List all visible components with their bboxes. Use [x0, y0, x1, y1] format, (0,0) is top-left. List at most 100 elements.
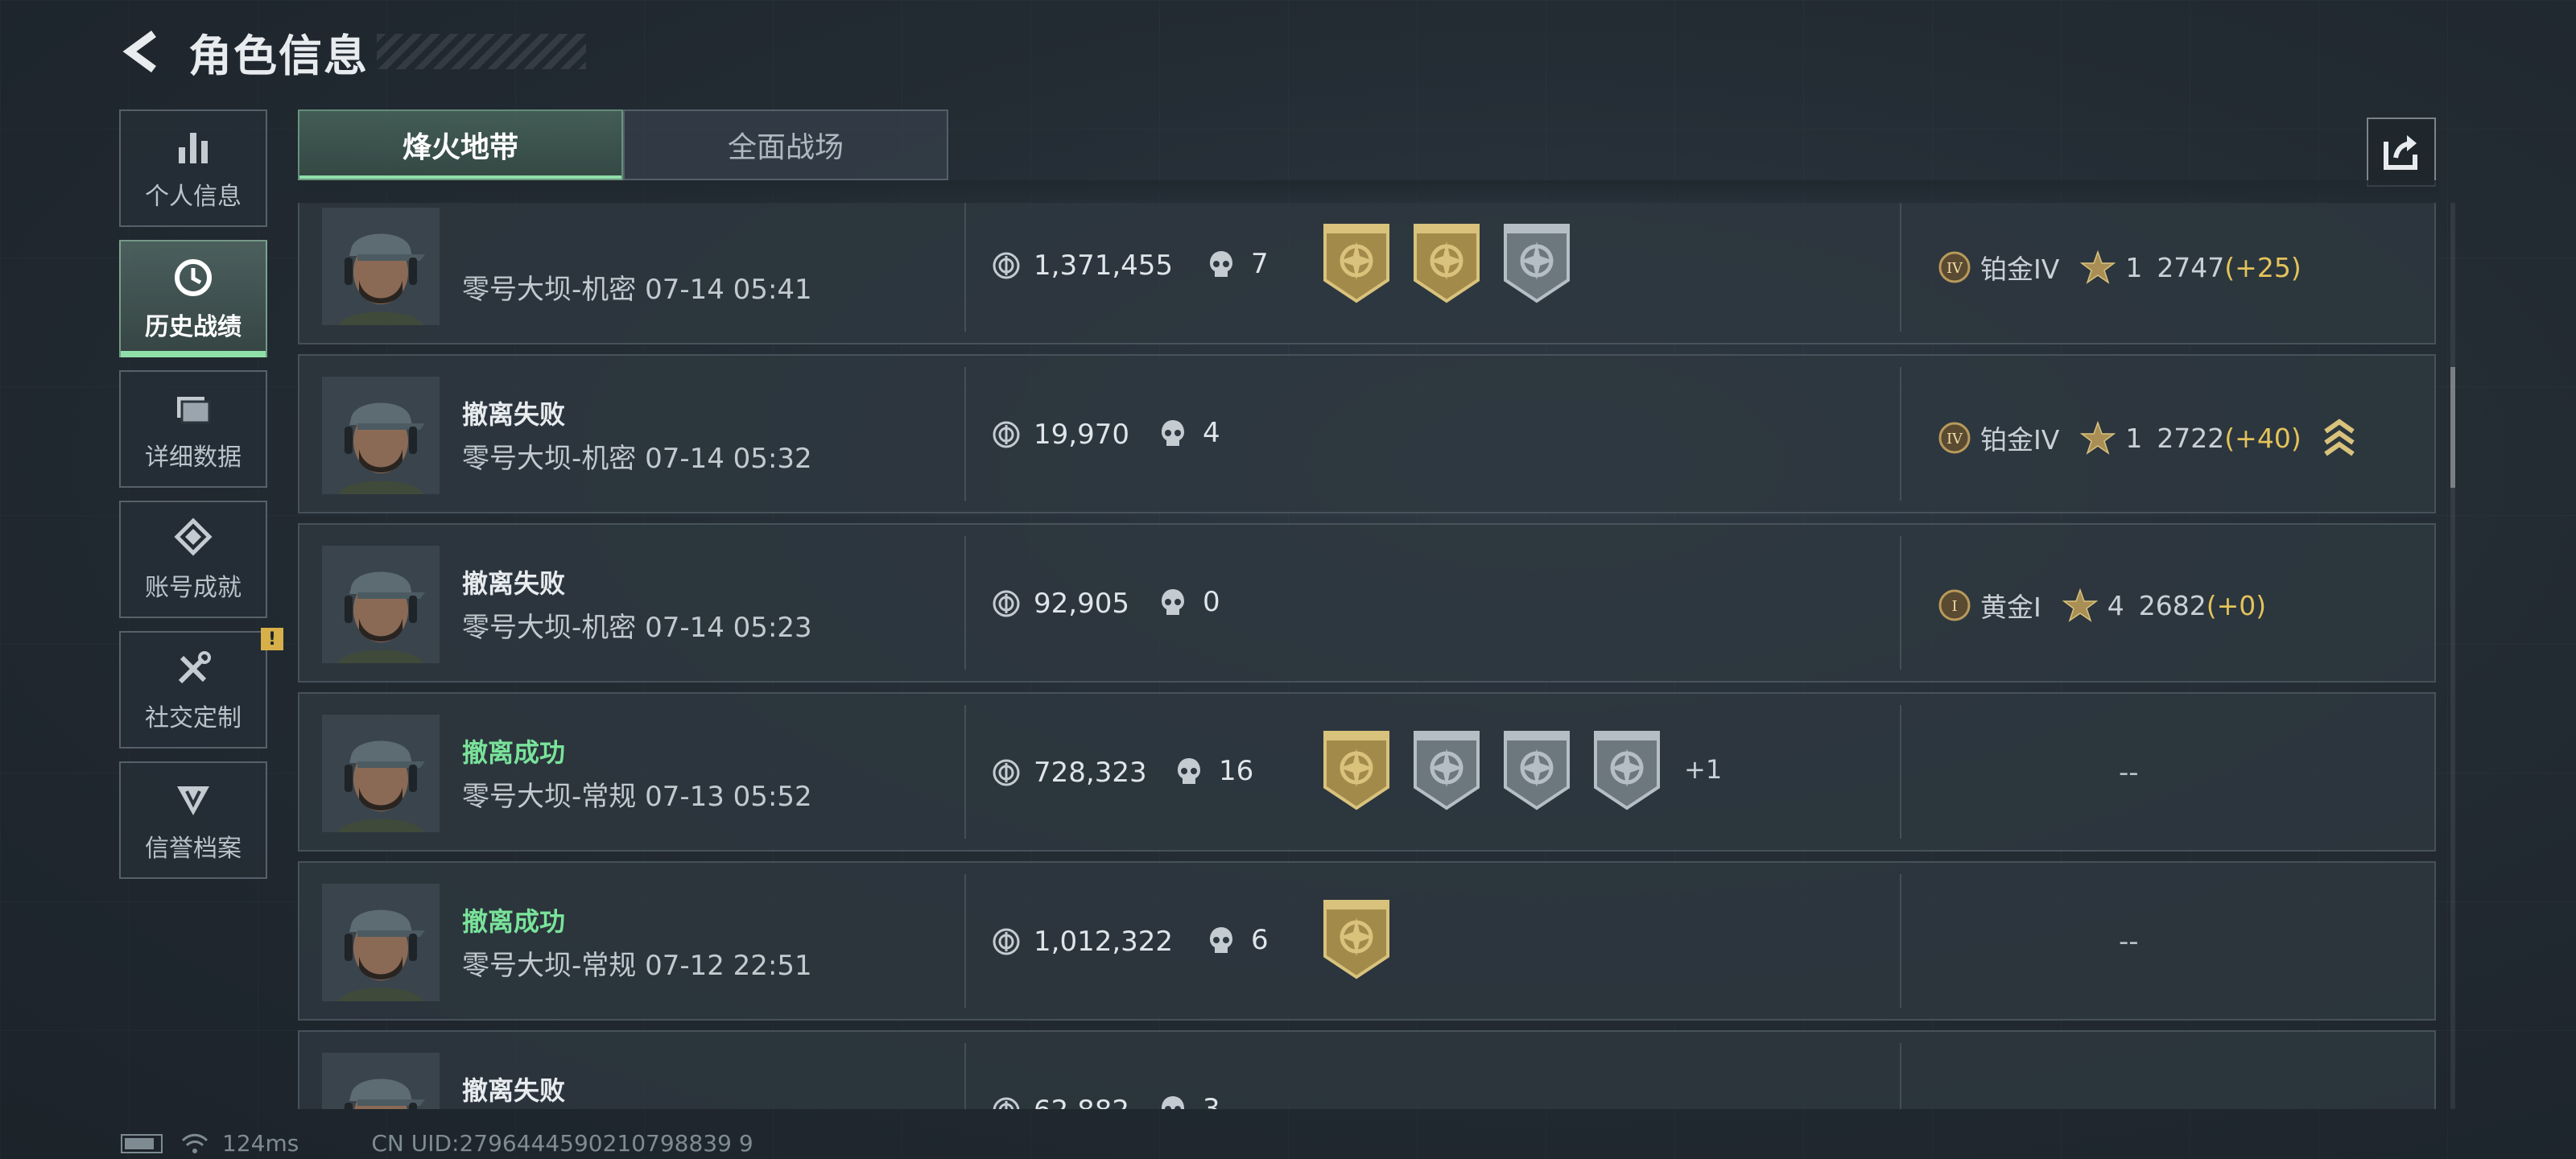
column-divider: [1900, 874, 1901, 1008]
kill-count-text: 4: [1203, 417, 1220, 449]
operator-portrait-icon: [322, 377, 440, 494]
currency-coin-icon: [993, 1097, 1020, 1109]
match-record-row[interactable]: 零号大坝-机密 07-14 05:41 1,371,455 7 IV 铂金IV 1 2747…: [298, 203, 2436, 344]
wifi-icon: [181, 1133, 208, 1153]
rank-score-delta: (+25): [2224, 251, 2301, 283]
kill-count: 4: [1159, 417, 1220, 449]
rank-info: IV 铂金IV 1 2747 (+25): [1937, 248, 2301, 287]
currency-coin-icon: [993, 421, 1020, 448]
column-divider: [964, 367, 966, 501]
kill-count: 3: [1159, 1093, 1220, 1109]
operator-avatar: [322, 1053, 440, 1109]
rank-tier: 黄金I: [1980, 592, 2041, 623]
status-bar: 124ms CN UID:2796444590210798839 9: [121, 1130, 753, 1157]
ping-text: 124ms: [222, 1130, 299, 1157]
nav-item-6[interactable]: 信誉档案: [119, 761, 267, 879]
rank-score: 2747: [2157, 251, 2225, 283]
match-record-row[interactable]: 撤离成功 零号大坝-常规 07-12 22:51 1,012,322 6 --: [298, 861, 2436, 1021]
tab-2[interactable]: 全面战场: [623, 109, 948, 180]
operator-portrait-icon: [322, 715, 440, 832]
title-decoration: [377, 34, 586, 69]
rank-info: IV 铂金IV 1 2722 (+40): [1937, 417, 2356, 459]
skull-icon: [1210, 927, 1232, 953]
nav-item-1[interactable]: 个人信息: [119, 109, 267, 227]
match-history-list[interactable]: 零号大坝-机密 07-14 05:41 1,371,455 7 IV 铂金IV 1 2747…: [298, 203, 2439, 1109]
operator-portrait-icon: [322, 1053, 440, 1109]
currency-coin-icon: [993, 759, 1020, 786]
match-record-row[interactable]: 撤离失败零号大坝-常规 07-12 22:4462,8823--: [298, 1030, 2436, 1109]
svg-text:IV: IV: [1946, 260, 1963, 277]
achievement-icon: [174, 518, 213, 556]
rank-tier-icon: IV: [1938, 422, 1971, 454]
kill-count: 7: [1208, 248, 1269, 280]
extraction-result: 撤离成功: [462, 737, 566, 768]
map-and-time: 零号大坝-机密 07-14 05:23: [462, 612, 812, 644]
nav-item-2[interactable]: 历史战绩: [119, 240, 267, 357]
silver-medal-icon: [1594, 731, 1660, 810]
skull-icon: [1210, 251, 1232, 277]
rank-score: 2722: [2157, 422, 2225, 454]
list-top-fade: [298, 180, 2439, 206]
back-arrow-icon: [122, 30, 156, 73]
currency-coin-icon: [993, 590, 1020, 617]
rank-tier-icon: I: [1938, 589, 1971, 621]
scrollbar-thumb[interactable]: [2450, 367, 2455, 488]
nav-item-label: 社交定制: [145, 704, 242, 732]
medal-list: [1320, 897, 1410, 980]
svg-text:I: I: [1951, 598, 1957, 615]
page-header: 角色信息: [118, 23, 586, 81]
scrollbar-track[interactable]: [2450, 203, 2455, 1109]
nav-item-3[interactable]: 详细数据: [119, 370, 267, 488]
silver-medal-icon: [1504, 731, 1570, 810]
rank-stars: 1: [2125, 422, 2143, 454]
battery-icon: [121, 1133, 163, 1153]
loot-value-text: 1,012,322: [1034, 926, 1174, 958]
wrench-icon: [178, 651, 211, 684]
medal-list: [1320, 221, 1591, 304]
loot-value: 92,905: [992, 588, 1129, 620]
gold-medal-icon: [1414, 224, 1480, 303]
star-icon: [2080, 420, 2116, 455]
rank-info: I 黄金I 4 2682 (+0): [1937, 586, 2266, 625]
tab-1[interactable]: 烽火地带: [298, 109, 623, 180]
bar-chart-icon: [179, 133, 208, 163]
operator-avatar: [322, 546, 440, 663]
operator-portrait-icon: [322, 884, 440, 1001]
kill-count-text: 3: [1203, 1093, 1220, 1109]
silver-medal-icon: [1414, 731, 1480, 810]
operator-avatar: [322, 208, 440, 325]
kill-count-text: 6: [1251, 924, 1269, 956]
column-divider: [1900, 705, 1901, 839]
nav-item-4[interactable]: 账号成就: [119, 501, 267, 618]
back-button[interactable]: [118, 23, 166, 80]
column-divider: [964, 1043, 966, 1109]
rank-score-delta: (+40): [2224, 422, 2301, 454]
map-and-time: 零号大坝-常规 07-12 22:51: [462, 950, 812, 982]
svg-text:IV: IV: [1946, 431, 1963, 448]
map-and-time: 零号大坝-机密 07-14 05:41: [462, 274, 812, 306]
silver-medal-icon: [1504, 224, 1570, 303]
match-record-row[interactable]: 撤离成功 零号大坝-常规 07-13 05:52 728,323 16 +1 --: [298, 692, 2436, 852]
column-divider: [1900, 367, 1901, 501]
rank-score: 2682: [2138, 589, 2207, 621]
loot-value: 728,323: [992, 757, 1147, 789]
match-record-row[interactable]: 撤离失败 零号大坝-机密 07-14 05:32 19,970 4 IV 铂金IV 1 272…: [298, 354, 2436, 514]
nav-item-label: 个人信息: [145, 183, 242, 211]
kill-count: 16: [1175, 755, 1253, 787]
extraction-result: 撤离失败: [462, 568, 566, 599]
share-button[interactable]: [2367, 118, 2436, 187]
nav-item-label: 历史战绩: [145, 313, 242, 341]
history-clock-icon: [175, 259, 212, 296]
loot-value: 62,882: [992, 1095, 1129, 1109]
operator-avatar: [322, 715, 440, 832]
loot-value-text: 19,970: [1034, 419, 1129, 451]
nav-item-label: 详细数据: [145, 443, 242, 472]
column-divider: [964, 705, 966, 839]
nav-item-5[interactable]: 社交定制!: [119, 628, 283, 749]
page-title: 角色信息: [188, 30, 369, 81]
currency-coin-icon: [993, 252, 1020, 279]
rank-placeholder: --: [2119, 1095, 2139, 1109]
match-record-row[interactable]: 撤离失败 零号大坝-机密 07-14 05:23 92,905 0 I 黄金I 4 2682(…: [298, 523, 2436, 683]
loot-value-text: 62,882: [1034, 1095, 1129, 1109]
gold-medal-icon: [1323, 731, 1389, 810]
